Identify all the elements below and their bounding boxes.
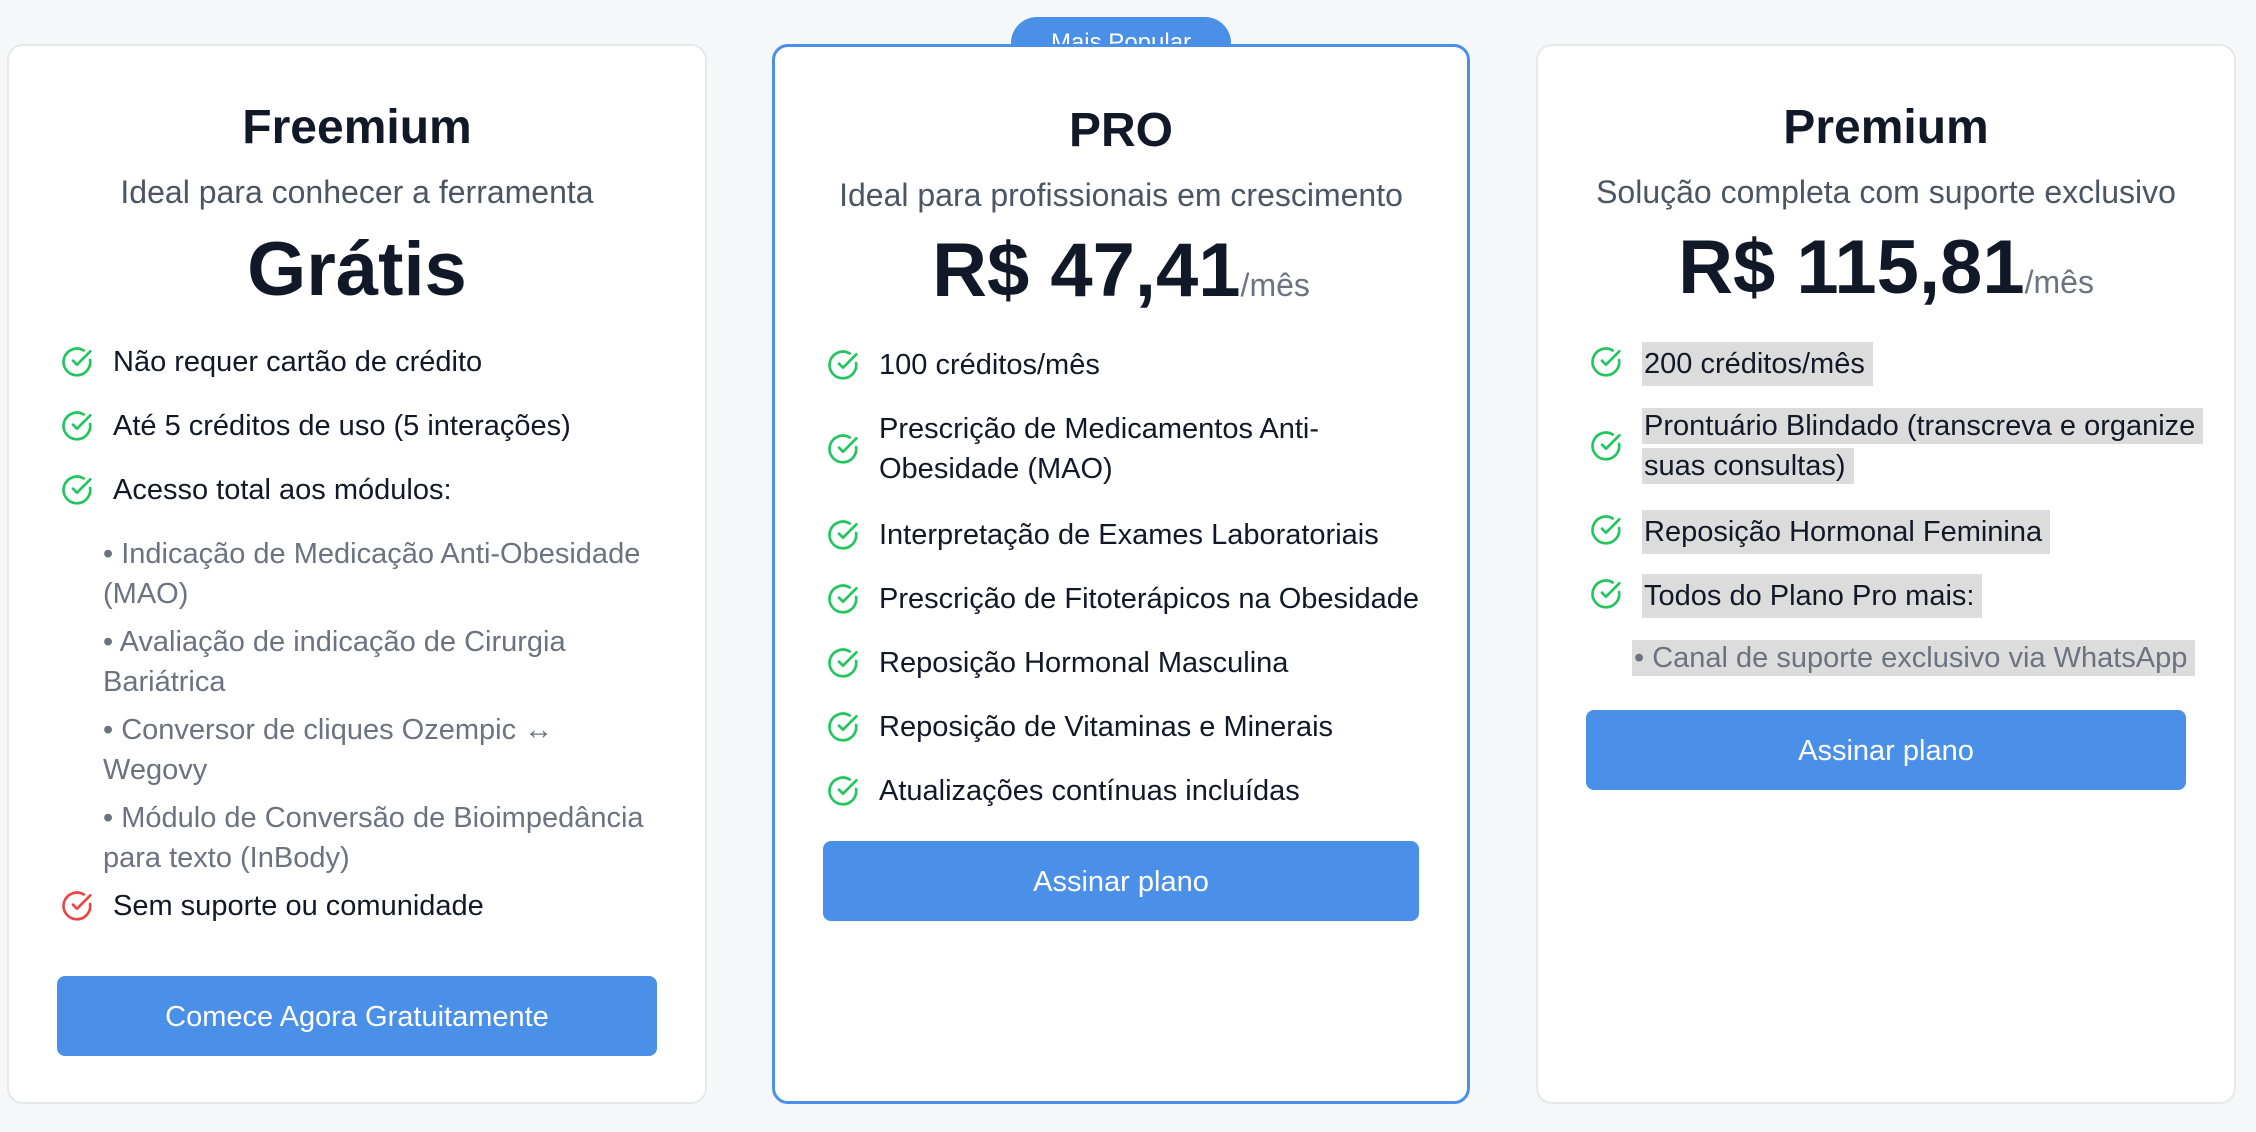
check-circle-icon [823,707,863,747]
plan-name: Premium [1783,101,1989,154]
module-sub-item: • Avaliação de indicação de Cirurgia Bar… [103,626,566,698]
feature-item: Atualizações contínuas incluídas [823,771,1435,811]
feature-item: 100 créditos/mês [823,345,1435,385]
plan-card-premium: Premium Solução completa com suporte exc… [1536,44,2236,1104]
plan-price: R$ 47,41/mês [775,227,1467,314]
subscribe-premium-button[interactable]: Assinar plano [1586,710,2186,790]
check-circle-icon [823,515,863,555]
feature-label: Acesso total aos módulos: [113,474,452,506]
feature-label: Reposição de Vitaminas e Minerais [879,711,1334,743]
sub-item-label: • Canal de suporte exclusivo via WhatsAp… [1632,640,2196,676]
feature-label: Atualizações contínuas incluídas [879,775,1300,807]
subscribe-pro-button[interactable]: Assinar plano [823,841,1419,921]
plan-subtitle: Ideal para profissionais em crescimento [839,177,1403,213]
plan-subtitle: Ideal para conhecer a ferramenta [120,174,594,210]
feature-label: Prescrição de Medicamentos Anti-Obesidad… [879,413,1320,485]
check-circle-icon [823,345,863,385]
feature-label: 100 créditos/mês [879,349,1100,381]
price-amount: R$ 115,81 [1678,225,2025,310]
feature-item: Reposição Hormonal Feminina [1586,510,2202,554]
feature-item: Até 5 créditos de uso (5 interações) [57,406,673,446]
x-circle-icon [57,886,97,926]
feature-label: Prescrição de Fitoterápicos na Obesidade [879,583,1420,615]
feature-item: Acesso total aos módulos: [57,470,673,510]
feature-item: 200 créditos/mês [1586,342,2202,386]
feature-item: Interpretação de Exames Laboratoriais [823,515,1435,555]
module-sub-item: • Conversor de cliques Ozempic ↔ Wegovy [103,714,554,786]
feature-label: Reposição Hormonal Masculina [879,647,1289,679]
price-amount: Grátis [247,227,467,312]
start-free-button[interactable]: Comece Agora Gratuitamente [57,976,657,1056]
feature-label: Reposição Hormonal Feminina [1642,510,2051,554]
feature-item: Todos do Plano Pro mais: [1586,574,2202,618]
feature-item: Reposição Hormonal Masculina [823,643,1435,683]
feature-item: Prontuário Blindado (transcreva e organi… [1586,406,2204,486]
price-amount: R$ 47,41 [932,228,1241,313]
feature-label: Prontuário Blindado (transcreva e organi… [1642,408,2204,484]
check-circle-icon [57,470,97,510]
plan-name: Freemium [242,101,472,154]
check-circle-icon [1586,510,1626,550]
feature-item: Prescrição de Fitoterápicos na Obesidade [823,579,1435,619]
plan-subtitle: Solução completa com suporte exclusivo [1596,174,2176,210]
price-period: /mês [1240,267,1310,303]
price-period: /mês [2024,264,2094,300]
feature-item: Prescrição de Medicamentos Anti-Obesidad… [823,409,1435,489]
check-circle-icon [823,643,863,683]
feature-label: Interpretação de Exames Laboratoriais [879,519,1379,551]
feature-item-negative: Sem suporte ou comunidade [57,886,673,926]
feature-item: Não requer cartão de crédito [57,342,673,382]
feature-label: 200 créditos/mês [1642,342,1873,386]
plan-price: R$ 115,81/mês [1538,224,2234,311]
module-sub-item: • Módulo de Conversão de Bioimpedância p… [103,802,644,874]
module-sub-item: • Indicação de Medicação Anti-Obesidade … [103,538,641,610]
plan-name: PRO [1068,104,1173,157]
support-sub-item: • Canal de suporte exclusivo via WhatsAp… [1632,638,2202,678]
feature-label: Até 5 créditos de uso (5 interações) [113,410,571,442]
plan-price: Grátis [9,226,705,313]
feature-label: Sem suporte ou comunidade [113,890,484,922]
check-circle-icon [57,342,97,382]
check-circle-icon [57,406,97,446]
check-circle-icon [1586,342,1626,382]
check-circle-icon [1586,426,1626,466]
feature-label: Todos do Plano Pro mais: [1642,574,1983,618]
check-circle-icon [823,771,863,811]
check-circle-icon [823,579,863,619]
feature-item: Reposição de Vitaminas e Minerais [823,707,1435,747]
check-circle-icon [1586,574,1626,614]
check-circle-icon [823,429,863,469]
feature-label: Não requer cartão de crédito [113,346,483,378]
plan-card-freemium: Freemium Ideal para conhecer a ferrament… [7,44,707,1104]
plan-card-pro: PRO Ideal para profissionais em crescime… [772,44,1470,1104]
